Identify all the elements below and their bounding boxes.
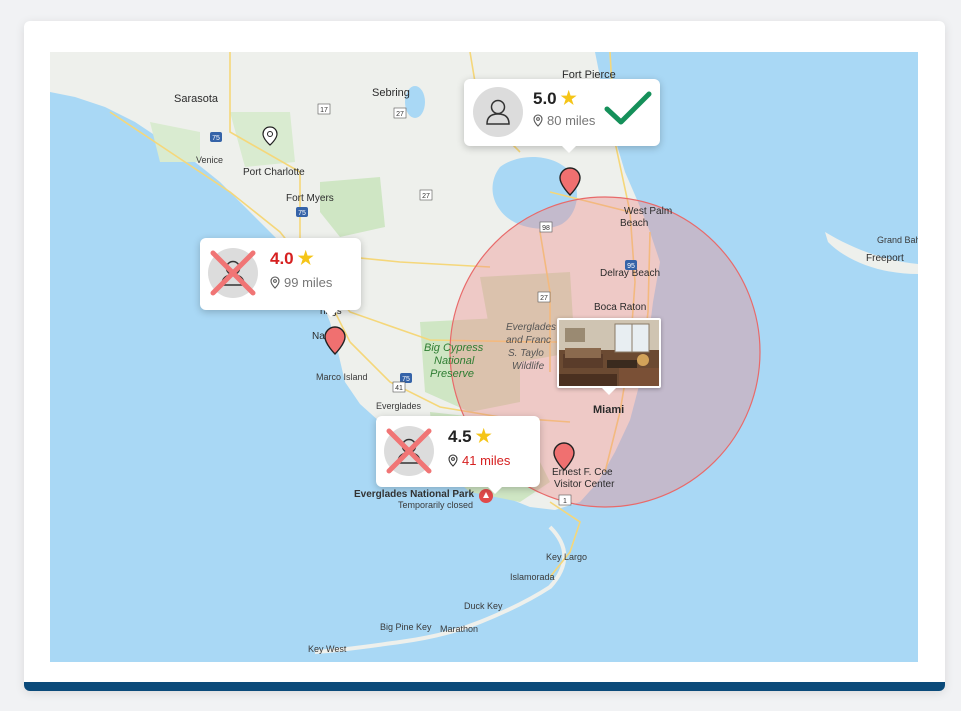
candidate-marker-3[interactable] [552, 442, 576, 472]
label-coe-2: Visitor Center [554, 479, 615, 490]
label-venice: Venice [196, 155, 223, 165]
location-pin-icon [270, 276, 280, 289]
label-wma-3: S. Taylo [508, 348, 544, 359]
label-everglades-np: Everglades National Park [354, 489, 474, 500]
candidate-marker-2[interactable] [323, 326, 347, 356]
hwy-17: 17 [320, 107, 328, 114]
checkmark-icon [604, 91, 652, 125]
label-wma-1: Everglades [506, 322, 556, 333]
candidate-marker-1[interactable] [558, 167, 582, 197]
label-freeport: Freeport [866, 253, 904, 264]
candidate-card-2[interactable]: 4.0 ★ 99 miles [200, 238, 361, 317]
property-photo [559, 320, 659, 386]
location-pin-icon [448, 454, 458, 467]
avatar-icon [208, 248, 258, 298]
hwy-75-a: 75 [212, 135, 220, 142]
distance-value: 99 miles [284, 275, 333, 290]
label-grand-bahama: Grand Bah [877, 235, 918, 245]
rating-value: 5.0 [533, 89, 557, 108]
hwy-27-a: 27 [396, 111, 404, 118]
label-wma-2: and Franc [506, 335, 551, 346]
candidate-card-1[interactable]: 5.0 ★ 80 miles [464, 79, 660, 153]
footer-bar [24, 682, 945, 691]
label-big-cypress-3: Preserve [430, 368, 474, 380]
label-sebring: Sebring [372, 87, 410, 99]
label-everglades: Everglades [376, 401, 422, 411]
distance-value: 80 miles [547, 113, 596, 128]
hwy-27-c: 27 [540, 295, 548, 302]
label-islamorada: Islamorada [510, 572, 555, 582]
hwy-95: 95 [627, 263, 635, 270]
hwy-27-b: 27 [422, 193, 430, 200]
label-fort-myers: Fort Myers [286, 193, 334, 204]
avatar-icon [473, 87, 523, 137]
label-marathon: Marathon [440, 624, 478, 634]
star-icon: ★ [297, 248, 314, 268]
hwy-1: 1 [563, 498, 567, 505]
label-key-largo: Key Largo [546, 552, 587, 562]
map-card: Sebring Fort Pierce Sarasota Venice Port… [24, 21, 945, 691]
star-icon: ★ [560, 88, 577, 108]
avatar-icon [384, 426, 434, 476]
label-west-palm-2: Beach [620, 218, 648, 229]
hwy-41: 41 [395, 385, 403, 392]
label-west-palm-1: West Palm [624, 206, 672, 217]
label-key-west: Key West [308, 644, 347, 654]
label-big-cypress-1: Big Cypress [424, 342, 484, 354]
candidate-card-3[interactable]: 4.5 ★ 41 miles [376, 416, 540, 494]
label-miami: Miami [593, 404, 624, 416]
map-view[interactable]: Sebring Fort Pierce Sarasota Venice Port… [50, 52, 918, 662]
reject-x-icon [386, 428, 432, 474]
location-pin-icon [533, 114, 543, 127]
hwy-75-b: 75 [298, 210, 306, 217]
label-wma-4: Wildlife [512, 361, 545, 372]
label-duck-key: Duck Key [464, 601, 503, 611]
label-port-charlotte: Port Charlotte [243, 167, 305, 178]
reject-x-icon [210, 250, 256, 296]
label-everglades-np-status: Temporarily closed [398, 500, 473, 510]
property-photo-marker[interactable] [557, 318, 661, 395]
rating-value: 4.5 [448, 427, 472, 446]
label-big-cypress-2: National [434, 355, 475, 367]
distance-value: 41 miles [462, 453, 511, 468]
rating-value: 4.0 [270, 249, 294, 268]
label-boca-raton: Boca Raton [594, 302, 646, 313]
hwy-98: 98 [542, 225, 550, 232]
label-big-pine-key: Big Pine Key [380, 622, 432, 632]
label-marco-island: Marco Island [316, 372, 368, 382]
label-sarasota: Sarasota [174, 93, 219, 105]
star-icon: ★ [475, 426, 492, 446]
